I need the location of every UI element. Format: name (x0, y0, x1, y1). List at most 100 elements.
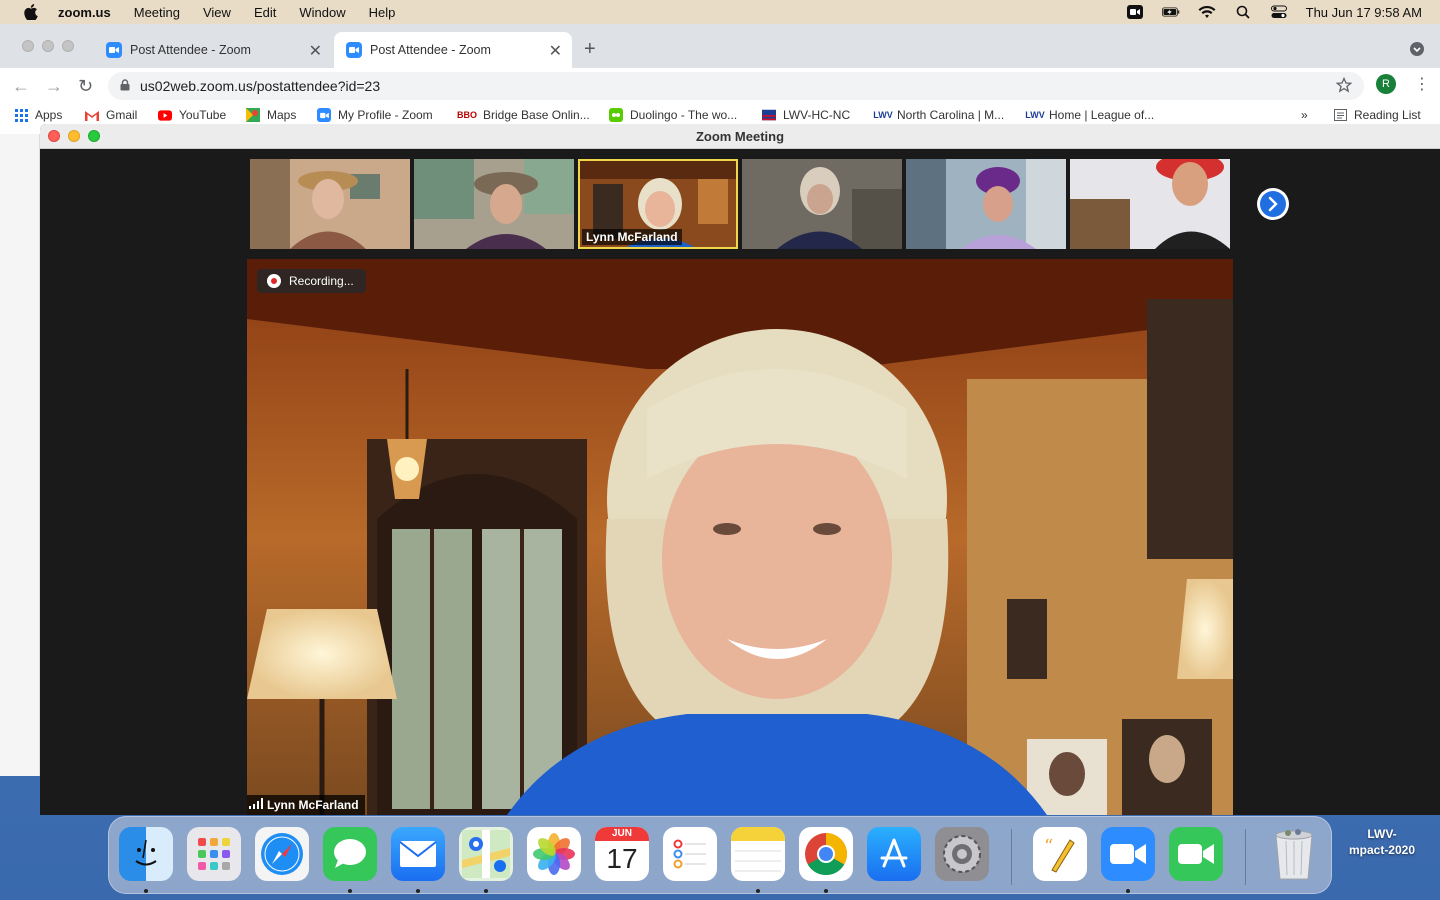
control-center-icon[interactable] (1270, 4, 1288, 20)
pages-pen-icon[interactable]: “ (1033, 827, 1087, 881)
browser-toolbar: ← → ↻ us02web.zoom.us/postattendee?id=23… (0, 68, 1440, 104)
profile-avatar[interactable]: R (1376, 74, 1396, 94)
lwv-logo-icon: LWV (873, 110, 893, 120)
bookmark-gmail[interactable]: Gmail (85, 108, 137, 122)
bookmark-apps[interactable]: Apps (14, 108, 62, 122)
bbo-icon: BBO (457, 110, 477, 120)
address-bar[interactable]: us02web.zoom.us/postattendee?id=23 (108, 72, 1364, 100)
maps-icon[interactable] (459, 827, 513, 881)
bookmark-maps[interactable]: Maps (246, 108, 296, 122)
participant-thumbnail[interactable] (1070, 159, 1230, 249)
url-text[interactable]: us02web.zoom.us/postattendee?id=23 (140, 78, 380, 94)
menu-view[interactable]: View (203, 5, 231, 20)
browser-tab-2[interactable]: Post Attendee - Zoom ✕ (334, 32, 572, 68)
bookmark-my-profile-zoom[interactable]: My Profile - Zoom (317, 108, 433, 122)
reminders-icon[interactable] (663, 827, 717, 881)
zoom-window-button[interactable] (62, 40, 74, 52)
battery-icon[interactable] (1161, 4, 1180, 20)
bookmark-north-carolina[interactable]: LWV North Carolina | M... (873, 108, 1005, 122)
bookmark-duolingo[interactable]: Duolingo - The wo... (609, 108, 737, 122)
bookmark-home-league[interactable]: LWV Home | League of... (1025, 108, 1154, 122)
app-menu-zoom[interactable]: zoom.us (58, 5, 111, 20)
running-indicator (1126, 889, 1130, 893)
participant-name-label: Lynn McFarland (582, 229, 682, 245)
recording-dot-icon (267, 274, 281, 288)
calendar-day: 17 (606, 843, 638, 874)
participant-thumbnail[interactable] (906, 159, 1066, 249)
chrome-icon[interactable] (799, 827, 853, 881)
running-indicator (756, 889, 760, 893)
apple-menu-icon[interactable] (22, 3, 40, 21)
apps-grid-icon (14, 108, 28, 122)
reading-list-label: Reading List (1354, 108, 1421, 122)
photos-icon[interactable] (527, 827, 581, 881)
new-tab-plus-icon[interactable]: + (584, 38, 596, 61)
running-indicator (824, 889, 828, 893)
launchpad-icon[interactable] (187, 827, 241, 881)
bookmark-lwv-hc-nc[interactable]: LWV-HC-NC (762, 108, 850, 122)
app-store-icon[interactable] (867, 827, 921, 881)
participant-thumbnail-active-speaker[interactable]: Lynn McFarland (578, 159, 738, 249)
lwv-flag-icon (762, 108, 776, 122)
bookmark-bridge-base[interactable]: BBO Bridge Base Onlin... (457, 108, 590, 122)
zoom-app-icon[interactable] (1101, 827, 1155, 881)
next-page-button[interactable] (1257, 188, 1289, 220)
lock-icon[interactable] (120, 78, 130, 94)
dock-separator (1245, 829, 1246, 885)
minimize-window-button[interactable] (68, 130, 80, 142)
menu-meeting[interactable]: Meeting (134, 5, 180, 20)
bookmarks-overflow-button[interactable]: » (1301, 108, 1308, 122)
participant-thumbnail[interactable] (742, 159, 902, 249)
menubar-clock[interactable]: Thu Jun 17 9:58 AM (1306, 5, 1422, 20)
trash-icon[interactable] (1267, 827, 1321, 881)
speaker-video-frame (247, 259, 1233, 815)
bookmark-youtube[interactable]: YouTube (158, 108, 226, 122)
messages-icon[interactable] (323, 827, 377, 881)
facetime-icon[interactable] (1169, 827, 1223, 881)
mail-icon[interactable] (391, 827, 445, 881)
recording-label: Recording... (289, 274, 354, 288)
gmail-icon (85, 108, 99, 122)
chrome-menu-kebab-icon[interactable]: ⋮ (1414, 74, 1430, 94)
notes-icon[interactable] (731, 827, 785, 881)
active-speaker-video[interactable]: Recording... Lynn McFarland (247, 259, 1233, 815)
running-indicator (348, 889, 352, 893)
menu-help[interactable]: Help (369, 5, 396, 20)
spotlight-search-icon[interactable] (1234, 4, 1252, 20)
back-arrow-icon[interactable]: ← (12, 76, 30, 97)
finder-icon[interactable] (119, 827, 173, 881)
duolingo-icon (609, 108, 623, 122)
system-preferences-gear-icon[interactable] (935, 827, 989, 881)
reload-icon[interactable]: ↻ (78, 76, 93, 97)
running-indicator (416, 889, 420, 893)
recording-indicator[interactable]: Recording... (257, 269, 366, 293)
browser-window: Post Attendee - Zoom ✕ Post Attendee - Z… (0, 24, 1440, 134)
wifi-icon[interactable] (1198, 4, 1216, 20)
close-tab-icon[interactable]: ✕ (309, 41, 322, 61)
tab-search-chevron-icon[interactable] (1410, 42, 1424, 56)
zoom-favicon-icon (106, 42, 122, 58)
participant-thumbnail[interactable] (250, 159, 410, 249)
fullscreen-window-button[interactable] (88, 130, 100, 142)
signal-bars-icon (249, 798, 263, 812)
reading-list-icon (1333, 108, 1347, 122)
minimize-window-button[interactable] (42, 40, 54, 52)
close-window-button[interactable] (48, 130, 60, 142)
calendar-icon[interactable]: JUN 17 (595, 827, 649, 881)
bookmark-label: North Carolina | M... (897, 108, 1005, 122)
safari-icon[interactable] (255, 827, 309, 881)
forward-arrow-icon[interactable]: → (45, 76, 63, 97)
reading-list-button[interactable]: Reading List (1333, 108, 1421, 122)
menu-edit[interactable]: Edit (254, 5, 276, 20)
browser-tab-1[interactable]: Post Attendee - Zoom ✕ (94, 32, 332, 68)
tab-title: Post Attendee - Zoom (130, 43, 251, 57)
bookmark-star-icon[interactable] (1335, 76, 1353, 96)
zoom-titlebar: Zoom Meeting (40, 124, 1440, 149)
close-tab-icon[interactable]: ✕ (549, 41, 562, 61)
desktop-folder-label[interactable]: LWV- mpact-2020 (1332, 826, 1432, 858)
zoom-status-icon[interactable] (1126, 4, 1144, 20)
participant-thumbnail[interactable] (414, 159, 574, 249)
close-window-button[interactable] (22, 40, 34, 52)
mac-menubar: zoom.us Meeting View Edit Window Help Th… (0, 0, 1440, 24)
menu-window[interactable]: Window (299, 5, 345, 20)
